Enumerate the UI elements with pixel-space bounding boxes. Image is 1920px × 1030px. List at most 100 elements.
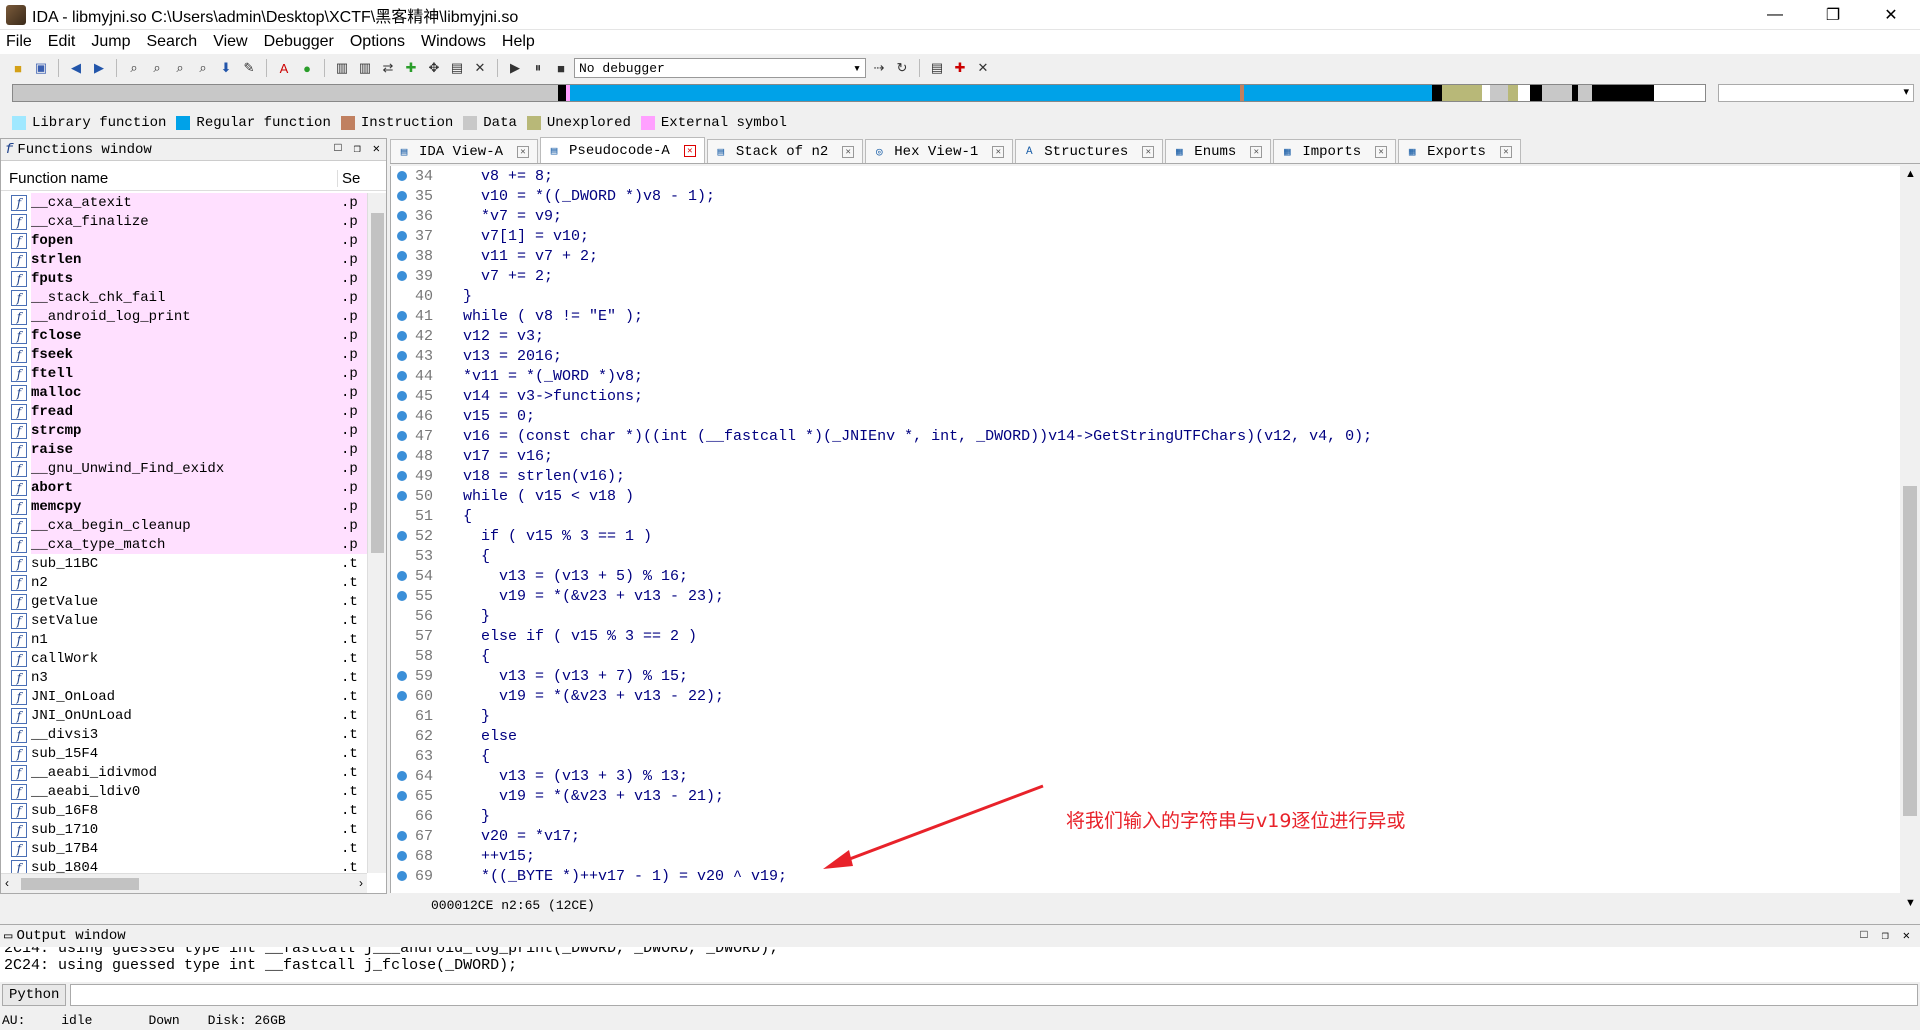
function-row[interactable]: f __aeabi_idivmod .t	[1, 763, 367, 782]
delete-icon[interactable]: ✕	[470, 58, 490, 78]
tab-close-icon[interactable]: ✕	[1499, 145, 1512, 158]
function-row[interactable]: f getValue .t	[1, 592, 367, 611]
function-row[interactable]: f __divsi3 .t	[1, 725, 367, 744]
function-row[interactable]: f abort .p	[1, 478, 367, 497]
command-input[interactable]	[70, 984, 1918, 1006]
start-debug-icon[interactable]: ▶	[505, 58, 525, 78]
column-function-name[interactable]: Function name	[1, 170, 337, 187]
back-icon[interactable]: ◀	[66, 58, 86, 78]
refresh-icon[interactable]: ↻	[892, 58, 912, 78]
delete-breakpoint-icon[interactable]: ✕	[973, 58, 993, 78]
function-row[interactable]: f callWork .t	[1, 649, 367, 668]
jump-down-icon[interactable]: ⬇	[216, 58, 236, 78]
close-button[interactable]: ✕	[1862, 0, 1920, 30]
flow-icon[interactable]: ⇄	[378, 58, 398, 78]
navigation-band[interactable]	[12, 84, 1706, 102]
stop-icon[interactable]: ■	[551, 58, 571, 78]
float-icon[interactable]: ❐	[1882, 928, 1889, 943]
function-row[interactable]: f __stack_chk_fail .p	[1, 288, 367, 307]
menu-help[interactable]: Help	[502, 33, 535, 51]
function-row[interactable]: f sub_1804 .t	[1, 858, 367, 873]
python-button[interactable]: Python	[2, 984, 67, 1006]
tab-structures[interactable]: A Structures ✕	[1015, 139, 1164, 163]
function-row[interactable]: f __cxa_begin_cleanup .p	[1, 516, 367, 535]
function-row[interactable]: f n3 .t	[1, 668, 367, 687]
menu-jump[interactable]: Jump	[91, 33, 130, 51]
function-row[interactable]: f sub_11BC .t	[1, 554, 367, 573]
function-row[interactable]: f sub_17B4 .t	[1, 839, 367, 858]
tab-close-icon[interactable]: ✕	[517, 145, 530, 158]
graph-icon[interactable]: ▥	[332, 58, 352, 78]
function-row[interactable]: f __cxa_finalize .p	[1, 212, 367, 231]
immediate-search-icon[interactable]: ⌕	[170, 58, 190, 78]
functions-horizontal-scrollbar[interactable]: ‹ ›	[1, 873, 367, 893]
mark-icon[interactable]: ✎	[239, 58, 259, 78]
restore-icon[interactable]: □	[1860, 928, 1867, 943]
add-icon[interactable]: ✚	[401, 58, 421, 78]
close-icon[interactable]: ✕	[373, 141, 380, 156]
function-row[interactable]: f JNI_OnUnLoad .t	[1, 706, 367, 725]
tab-close-icon[interactable]: ✕	[1142, 145, 1155, 158]
tab-hex-view-1[interactable]: ◎ Hex View-1 ✕	[865, 139, 1014, 163]
tab-exports[interactable]: ▦ Exports ✕	[1398, 139, 1521, 163]
font-icon[interactable]: A	[274, 58, 294, 78]
binary-search-icon[interactable]: ⌕	[124, 58, 144, 78]
function-row[interactable]: f fseek .p	[1, 345, 367, 364]
function-row[interactable]: f memcpy .p	[1, 497, 367, 516]
tab-close-icon[interactable]: ✕	[683, 144, 696, 157]
nav-segment-selector[interactable]: ▾	[1718, 84, 1914, 102]
function-row[interactable]: f __android_log_print .p	[1, 307, 367, 326]
function-row[interactable]: f fclose .p	[1, 326, 367, 345]
tab-close-icon[interactable]: ✕	[1250, 145, 1263, 158]
float-icon[interactable]: ❐	[354, 141, 361, 156]
function-row[interactable]: f sub_1710 .t	[1, 820, 367, 839]
function-row[interactable]: f __aeabi_ldiv0 .t	[1, 782, 367, 801]
scroll-up-icon[interactable]: ▲	[1905, 168, 1916, 180]
maximize-button[interactable]: ❐	[1804, 0, 1862, 30]
function-row[interactable]: f strcmp .p	[1, 421, 367, 440]
function-row[interactable]: f ftell .p	[1, 364, 367, 383]
tab-stack-of-n2[interactable]: ▤ Stack of n2 ✕	[706, 139, 864, 163]
tab-close-icon[interactable]: ✕	[842, 145, 855, 158]
save-icon[interactable]: ▣	[31, 58, 51, 78]
menu-options[interactable]: Options	[350, 33, 405, 51]
function-row[interactable]: f fread .p	[1, 402, 367, 421]
scrollbar-thumb[interactable]	[21, 878, 139, 890]
function-row[interactable]: f setValue .t	[1, 611, 367, 630]
plugin-icon[interactable]: ✥	[424, 58, 444, 78]
menu-file[interactable]: File	[6, 33, 32, 51]
scrollbar-thumb[interactable]	[1903, 486, 1917, 816]
go-icon[interactable]: ●	[297, 58, 317, 78]
menu-search[interactable]: Search	[146, 33, 197, 51]
tab-close-icon[interactable]: ✕	[992, 145, 1005, 158]
restore-icon[interactable]: □	[334, 141, 341, 156]
search-next-icon[interactable]: ⌕	[193, 58, 213, 78]
add-breakpoint-icon[interactable]: ✚	[950, 58, 970, 78]
menu-windows[interactable]: Windows	[421, 33, 486, 51]
menu-view[interactable]: View	[213, 33, 247, 51]
function-row[interactable]: f fopen .p	[1, 231, 367, 250]
menu-edit[interactable]: Edit	[48, 33, 76, 51]
function-row[interactable]: f fputs .p	[1, 269, 367, 288]
scroll-left-icon[interactable]: ‹	[5, 876, 9, 890]
function-row[interactable]: f JNI_OnLoad .t	[1, 687, 367, 706]
function-row[interactable]: f n1 .t	[1, 630, 367, 649]
tab-close-icon[interactable]: ✕	[1375, 145, 1388, 158]
open-icon[interactable]: ■	[8, 58, 28, 78]
breakpoint-list-icon[interactable]: ▤	[927, 58, 947, 78]
pseudocode-view[interactable]: 34 v8 += 8; 35 v10 = *((_DWORD *)v8 - 1);…	[390, 166, 1900, 913]
function-row[interactable]: f __cxa_type_match .p	[1, 535, 367, 554]
function-row[interactable]: f __gnu_Unwind_Find_exidx .p	[1, 459, 367, 478]
chart-icon[interactable]: ▥	[355, 58, 375, 78]
scroll-right-icon[interactable]: ›	[359, 876, 363, 890]
function-row[interactable]: f __cxa_atexit .p	[1, 193, 367, 212]
functions-vertical-scrollbar[interactable]	[367, 193, 386, 873]
tab-pseudocode-a[interactable]: ▤ Pseudocode-A ✕	[540, 137, 705, 163]
function-row[interactable]: f n2 .t	[1, 573, 367, 592]
close-icon[interactable]: ✕	[1903, 928, 1910, 943]
function-row[interactable]: f strlen .p	[1, 250, 367, 269]
forward-icon[interactable]: ▶	[89, 58, 109, 78]
pseudocode-vertical-scrollbar[interactable]: ▲ ▼	[1900, 166, 1920, 911]
debugger-select[interactable]: No debugger ▾	[574, 58, 866, 78]
minimize-button[interactable]: —	[1746, 0, 1804, 30]
